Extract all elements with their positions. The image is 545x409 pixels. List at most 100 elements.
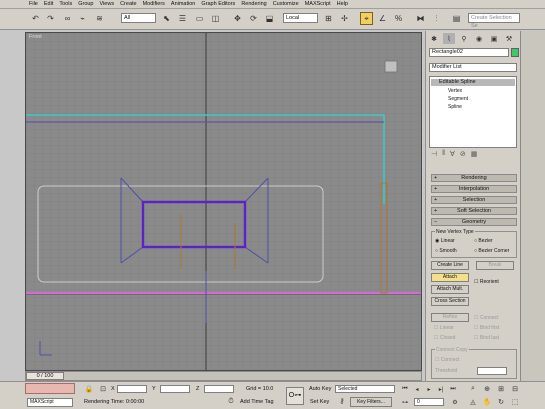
scale-icon[interactable]: ⬓ [263,12,276,25]
menu-maxscript[interactable]: MAXScript [305,1,331,7]
angle-snap-icon[interactable]: ∠ [376,12,389,25]
command-panel-scrollbar[interactable] [520,31,545,381]
time-configuration-icon[interactable]: ⚙ [450,397,460,407]
next-frame-icon[interactable]: ▸| [436,384,446,394]
link-icon[interactable]: ∞ [61,12,74,25]
bind-last-checkbox[interactable]: ☐ Bind last [474,335,499,341]
zoom-extents-icon[interactable]: ⊞ [496,384,506,394]
menu-file[interactable]: File [29,1,38,7]
menu-edit[interactable]: Edit [44,1,53,7]
object-name-field[interactable]: Rectangle02 [429,48,509,57]
snap-toggle-icon[interactable]: ⌖ [360,12,373,25]
menu-views[interactable]: Views [100,1,115,7]
create-line-button[interactable]: Create Line [431,261,469,270]
modify-tab-icon[interactable]: ⌇ [443,33,455,44]
rollout-selection[interactable]: + Selection [431,196,517,204]
menu-modifiers[interactable]: Modifiers [143,1,165,7]
radio-smooth[interactable]: ○ Smooth [435,248,457,254]
unlink-icon[interactable]: ⌁ [76,12,89,25]
select-manipulate-icon[interactable]: ✢ [338,12,351,25]
set-key-button[interactable]: Set Key [310,399,329,405]
current-frame-field[interactable]: 0 [414,398,444,406]
rotate-icon[interactable]: ⟳ [247,12,260,25]
menu-rendering[interactable]: Rendering [241,1,266,7]
y-coordinate-field[interactable] [160,385,190,393]
play-icon[interactable]: ▸ [424,384,434,394]
menu-graph-editors[interactable]: Graph Editors [201,1,235,7]
z-coordinate-field[interactable] [204,385,234,393]
go-to-end-icon[interactable]: ⏭ [448,384,458,394]
add-time-tag-button[interactable]: Add Time Tag [240,399,274,405]
field-of-view-icon[interactable]: ◬ [468,397,478,407]
stack-item-vertex[interactable]: Vertex [448,88,462,94]
auto-key-button[interactable]: Auto Key [309,386,331,392]
remove-modifier-icon[interactable]: ⊘ [460,150,466,160]
maxscript-listener[interactable]: MAXScript [27,398,73,407]
select-object-icon[interactable]: ⬉ [160,12,173,25]
closed-checkbox[interactable]: ☐ Closed [434,335,455,341]
named-selection-icon[interactable]: ▤ [450,12,463,25]
menu-group[interactable]: Group [78,1,93,7]
menu-animation[interactable]: Animation [171,1,195,7]
absolute-mode-icon[interactable]: ⊡ [98,384,108,394]
move-icon[interactable]: ✥ [231,12,244,25]
viewport-label[interactable]: Front [29,34,42,40]
create-tab-icon[interactable]: ✱ [428,33,440,44]
align-icon[interactable]: ⫶ [430,12,443,25]
key-mode-toggle-icon[interactable]: ⊶ [400,397,410,407]
named-selection-input[interactable]: Create Selection Se [468,13,520,29]
front-viewport[interactable]: Front [25,32,422,371]
configure-sets-icon[interactable]: ▦ [471,150,478,160]
rollout-geometry[interactable]: − Geometry [431,218,517,226]
zoom-icon[interactable]: ⌕ [468,384,478,394]
set-key-mode-icon[interactable]: O⊶ [286,387,304,405]
arc-rotate-icon[interactable]: ↻ [496,397,506,407]
time-slider-thumb[interactable]: 0 / 100 [26,372,64,380]
previous-frame-icon[interactable]: ◂ [412,384,422,394]
rollout-soft-selection[interactable]: + Soft Selection [431,207,517,215]
menu-customize[interactable]: Customize [273,1,299,7]
make-unique-icon[interactable]: ∀ [450,150,455,160]
motion-tab-icon[interactable]: ◉ [473,33,485,44]
bind-space-warp-icon[interactable]: ≋ [93,12,106,25]
maximize-viewport-icon[interactable]: ⬚ [510,397,520,407]
key-mode-dropdown[interactable]: Selected [335,385,395,393]
menu-create[interactable]: Create [120,1,137,7]
show-end-result-icon[interactable]: ‖ [442,150,445,160]
pin-stack-icon[interactable]: ⊣ [431,150,437,160]
time-slider[interactable]: 0 / 100 [25,371,422,381]
attach-mult-button[interactable]: Attach Mult. [431,285,469,294]
pan-icon[interactable]: ✋ [482,397,492,407]
redo-icon[interactable]: ↷ [44,12,57,25]
cross-section-button[interactable]: Cross Section [431,297,469,306]
reference-coord-dropdown[interactable]: Local [283,13,318,23]
threshold-spinner[interactable] [477,367,507,375]
modifier-list-dropdown[interactable]: Modifier List [429,63,517,72]
go-to-start-icon[interactable]: ⏮ [400,384,410,394]
stack-item-spline[interactable]: Spline [448,104,462,110]
menu-help[interactable]: Help [337,1,348,7]
rollout-rendering[interactable]: + Rendering [431,174,517,182]
key-icon[interactable]: ⚷ [337,396,347,406]
radio-linear[interactable]: ◉ Linear [435,238,455,244]
break-button[interactable]: Break [476,261,514,270]
attach-button[interactable]: Attach [431,273,469,282]
menu-tools[interactable]: Tools [59,1,72,7]
utilities-tab-icon[interactable]: ⚒ [503,33,515,44]
reorient-checkbox[interactable]: ☐ Reorient [474,279,499,285]
viewport-canvas[interactable] [26,33,422,371]
refine-button[interactable]: Refine [431,313,469,322]
zoom-all-icon[interactable]: ⊕ [482,384,492,394]
select-by-name-icon[interactable]: ☰ [176,12,189,25]
bind-first-checkbox[interactable]: ☐ Bind first [474,325,499,331]
zoom-extents-all-icon[interactable]: ⊟ [510,384,520,394]
stack-item-editable-spline[interactable]: Editable Spline [431,79,515,86]
selection-filter-dropdown[interactable]: All [121,13,156,23]
undo-icon[interactable]: ↶ [29,12,42,25]
stack-item-segment[interactable]: Segment [448,96,468,102]
linear-checkbox[interactable]: ☐ Linear [434,325,454,331]
x-coordinate-field[interactable] [117,385,147,393]
hierarchy-tab-icon[interactable]: ⚲ [458,33,470,44]
display-tab-icon[interactable]: ▣ [488,33,500,44]
radio-bezier-corner[interactable]: ○ Bezier Corner [474,248,509,254]
